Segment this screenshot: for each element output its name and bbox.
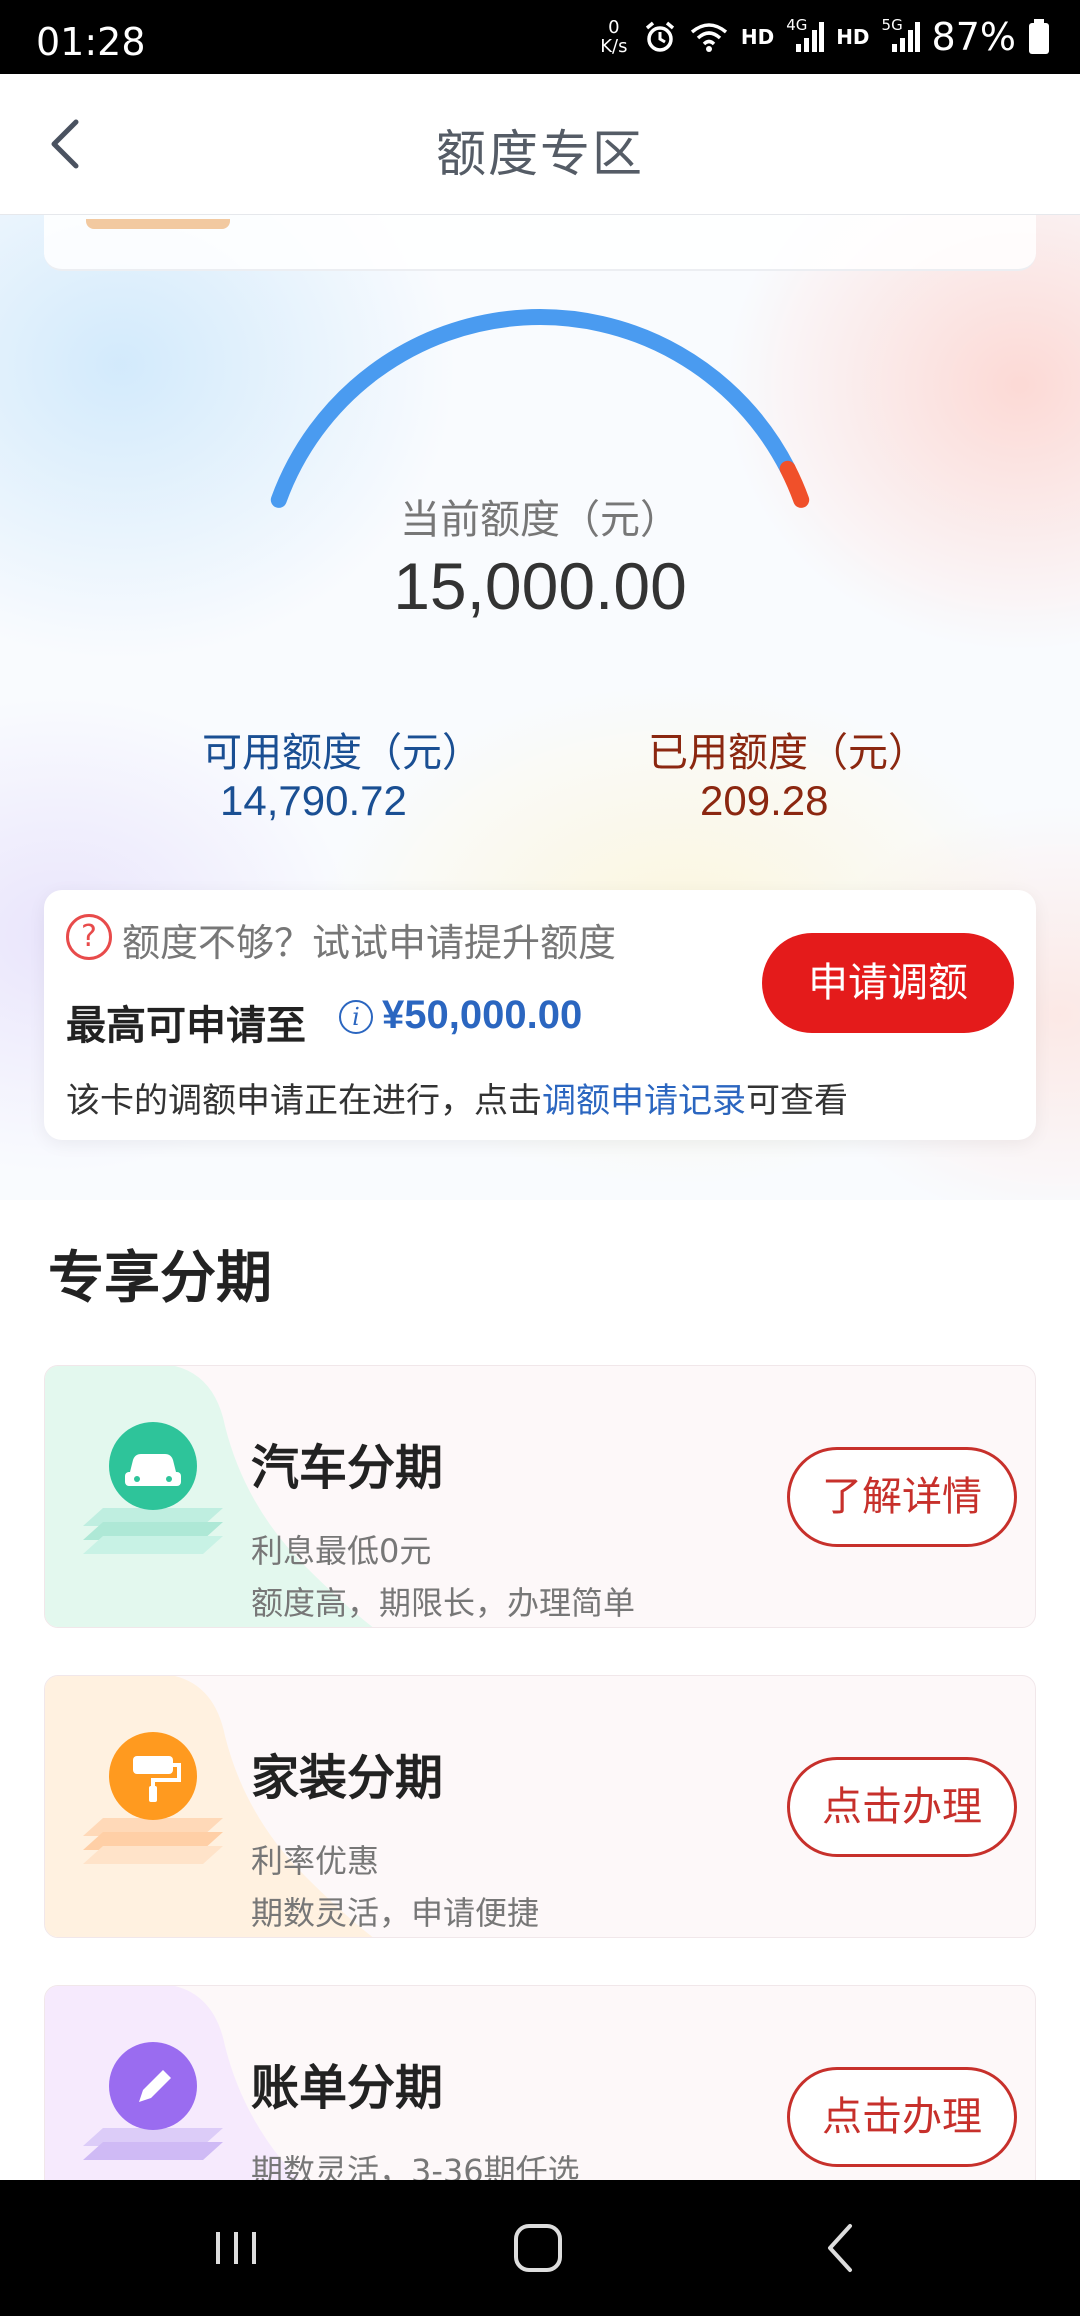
nav-back-icon[interactable]	[812, 2218, 872, 2278]
app-header: 额度专区	[0, 74, 1080, 215]
battery-icon	[1029, 19, 1049, 54]
adjust-record-link[interactable]: 调额申请记录	[542, 1081, 746, 1121]
credit-gauge	[270, 309, 810, 508]
battery-percent: 87%	[931, 15, 1016, 59]
status-bar: 01:28 0 K/s HD 4G HD 5G 87%	[0, 0, 1080, 74]
status-time: 01:28	[36, 20, 146, 64]
home-decor-installment-card[interactable]: 家装分期 利率优惠 期数灵活，申请便捷 点击办理	[44, 1675, 1036, 1938]
page-title: 额度专区	[436, 125, 644, 183]
current-credit-value: 15,000.00	[393, 549, 687, 623]
installment-title: 家装分期	[251, 1750, 444, 1806]
credit-overview: 当前额度（元） 15,000.00 可用额度（元） 14,790.72 已用额度…	[0, 215, 1080, 1200]
apply-now-button[interactable]: 点击办理	[787, 2067, 1017, 2167]
car-icon	[83, 1422, 223, 1554]
installment-subtitle: 利息最低0元	[251, 1532, 432, 1570]
quota-increase-card: ? 额度不够？试试申请提升额度 最高可申请至 i ¥50,000.00 该卡的调…	[44, 890, 1036, 1140]
current-credit-label: 当前额度（元）	[400, 497, 680, 543]
quota-note: 该卡的调额申请正在进行，点击调额申请记录可查看	[66, 1081, 848, 1121]
hd-badge: HD	[740, 25, 775, 49]
signal-4g-icon: 4G	[786, 16, 825, 54]
max-apply-value: ¥50,000.00	[382, 993, 583, 1037]
max-apply-label: 最高可申请至	[66, 1003, 306, 1049]
used-credit-value: 209.28	[700, 777, 829, 824]
installment-description: 期数灵活，申请便捷	[251, 1894, 540, 1932]
recent-apps-icon[interactable]	[206, 2218, 266, 2278]
installment-description: 额度高，期限长，办理简单	[251, 1584, 636, 1622]
net-speed: 0 K/s	[600, 17, 628, 57]
home-icon[interactable]	[508, 2218, 568, 2278]
signal-5g-icon: 5G	[882, 16, 920, 54]
car-installment-card[interactable]: 汽车分期 利息最低0元 额度高，期限长，办理简单 了解详情	[44, 1365, 1036, 1628]
system-nav-bar	[0, 2180, 1080, 2316]
available-credit-label: 可用额度（元）	[202, 730, 482, 776]
section-title: 专享分期	[48, 1246, 272, 1311]
installment-title: 账单分期	[251, 2060, 444, 2116]
learn-more-button[interactable]: 了解详情	[787, 1447, 1017, 1547]
installment-title: 汽车分期	[251, 1440, 444, 1496]
status-icons: 0 K/s HD 4G HD 5G 87%	[597, 14, 1050, 60]
apply-adjust-button[interactable]: 申请调额	[762, 933, 1014, 1033]
paint-roller-icon	[83, 1732, 223, 1864]
installment-subtitle: 利率优惠	[251, 1842, 380, 1880]
info-icon[interactable]: i	[339, 1000, 373, 1034]
question-icon: ?	[66, 914, 112, 960]
apply-now-button[interactable]: 点击办理	[787, 1757, 1017, 1857]
hd-badge: HD	[836, 25, 870, 49]
available-credit-value: 14,790.72	[220, 777, 407, 824]
alarm-icon	[645, 21, 674, 52]
wifi-icon	[690, 23, 727, 52]
gauge-available-arc	[270, 309, 796, 508]
used-credit-label: 已用额度（元）	[648, 730, 928, 776]
quota-hint: 额度不够？试试申请提升额度	[122, 921, 617, 965]
